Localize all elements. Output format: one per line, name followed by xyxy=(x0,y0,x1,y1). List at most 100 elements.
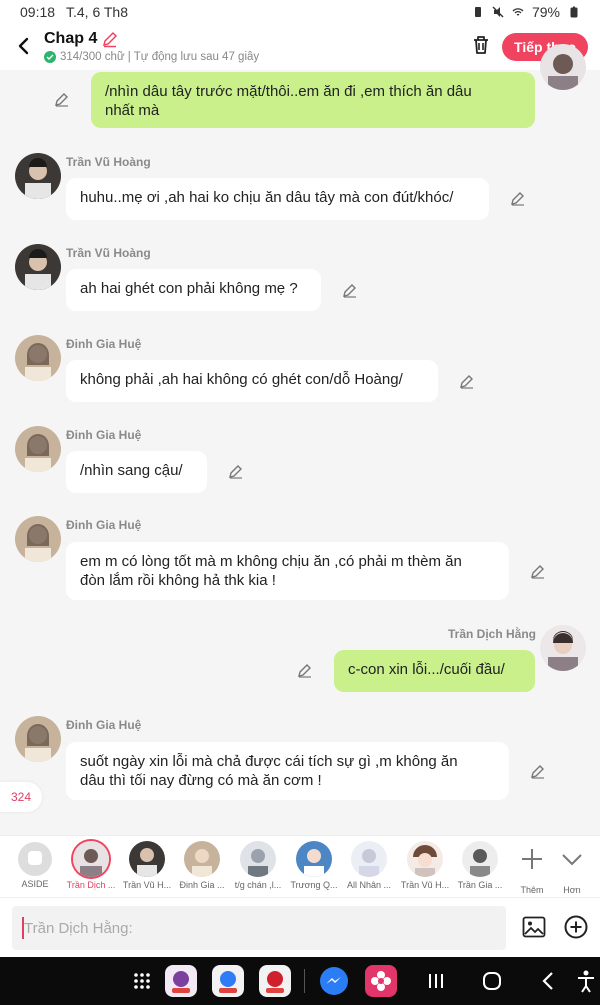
character-name: Trần Vũ H... xyxy=(400,880,450,890)
message-bubble[interactable]: huhu..mẹ ơi ,ah hai ko chịu ăn dâu tây m… xyxy=(66,178,489,220)
edit-pencil-icon[interactable] xyxy=(297,662,313,678)
character-item[interactable]: t/g chán ,l... xyxy=(231,841,285,890)
chapter-title[interactable]: Chap 4 xyxy=(44,30,119,48)
status-bar: 09:18 T.4, 6 Th8 79% xyxy=(0,0,600,26)
image-icon[interactable] xyxy=(522,916,546,938)
edit-pencil-icon[interactable] xyxy=(530,563,546,579)
sender-name: Đinh Gia Huệ xyxy=(66,428,142,442)
character-item[interactable]: Đinh Gia ... xyxy=(175,841,229,890)
edit-title-icon[interactable] xyxy=(101,30,119,48)
character-name: All Nhân ... xyxy=(346,880,392,890)
input-bar xyxy=(0,897,600,957)
character-name: Trần Gia ... xyxy=(457,880,503,890)
battery-saver-icon xyxy=(474,7,481,17)
avatar[interactable] xyxy=(540,625,586,671)
word-count-status: 314/300 chữ | Tự động lưu sau 47 giây xyxy=(44,51,259,63)
message-bubble[interactable]: /nhìn dâu tây trước mặt/thôi..em ăn đi ,… xyxy=(91,72,535,128)
sender-name: Đinh Gia Huệ xyxy=(66,337,142,351)
character-item[interactable]: Trần Gia ... xyxy=(453,841,507,890)
message-input[interactable] xyxy=(12,906,506,950)
character-avatar xyxy=(296,841,332,877)
add-circle-icon[interactable] xyxy=(563,914,589,940)
message-bubble[interactable]: ah hai ghét con phải không mẹ ? xyxy=(66,269,321,311)
message-line: em m có lòng tốt mà m không chịu ăn ,có … xyxy=(80,553,462,570)
avatar[interactable] xyxy=(15,426,61,472)
home-icon[interactable] xyxy=(476,965,508,997)
sender-name: Đinh Gia Huệ xyxy=(66,518,142,532)
message-bubble[interactable]: suốt ngày xin lỗi mà chả được cái tích s… xyxy=(66,742,509,800)
avatar[interactable] xyxy=(15,516,61,562)
character-name: Trần Vũ H... xyxy=(122,880,172,890)
edit-pencil-icon[interactable] xyxy=(510,190,526,206)
avatar[interactable] xyxy=(15,244,61,290)
battery-icon xyxy=(570,6,578,18)
character-avatar xyxy=(462,841,498,877)
character-aside[interactable]: ASIDE xyxy=(8,841,62,889)
message-line: c-con xin lỗi.../cuối đầu/ xyxy=(348,661,505,678)
messenger-icon[interactable] xyxy=(318,965,350,997)
recent-apps-icon[interactable] xyxy=(420,965,452,997)
edit-pencil-icon[interactable] xyxy=(228,463,244,479)
edit-pencil-icon[interactable] xyxy=(54,91,70,107)
character-item[interactable]: All Nhân ... xyxy=(342,841,396,890)
back-arrow-icon[interactable] xyxy=(12,34,36,58)
message-line: ah hai ghét con phải không mẹ ? xyxy=(80,280,298,297)
avatar[interactable] xyxy=(540,44,586,90)
character-name: ASIDE xyxy=(21,879,49,889)
pinterest-shortcut-icon[interactable] xyxy=(259,965,291,997)
chevron-down-icon xyxy=(562,854,582,866)
message-bubble[interactable]: /nhìn sang cậu/ xyxy=(66,451,207,493)
battery-percent: 79% xyxy=(531,4,560,20)
app-shortcut-icon[interactable] xyxy=(165,965,197,997)
trash-icon[interactable] xyxy=(470,34,492,56)
message-counter[interactable]: 324 xyxy=(0,782,42,812)
character-item[interactable]: Trần Vũ H... xyxy=(398,841,452,890)
nav-divider xyxy=(304,969,305,993)
character-avatar xyxy=(407,841,443,877)
wifi-icon xyxy=(512,8,524,16)
character-item[interactable]: Trần Dịch ... xyxy=(64,841,118,890)
character-name: Đinh Gia ... xyxy=(179,880,225,890)
apps-grid-icon[interactable] xyxy=(126,965,158,997)
message-line: dâu thì tối nay đừng có mà ăn cơm ! xyxy=(80,772,322,789)
character-name: t/g chán ,l... xyxy=(234,880,282,890)
edit-pencil-icon[interactable] xyxy=(342,282,358,298)
character-avatar xyxy=(240,841,276,877)
message-line: /nhìn dâu tây trước mặt/thôi..em ăn đi ,… xyxy=(105,83,472,100)
avatar[interactable] xyxy=(15,716,61,762)
character-avatar xyxy=(129,841,165,877)
chapter-title-text: Chap 4 xyxy=(44,30,98,47)
avatar[interactable] xyxy=(15,335,61,381)
edit-pencil-icon[interactable] xyxy=(459,373,475,389)
messenger-shortcut-icon[interactable] xyxy=(212,965,244,997)
message-bubble[interactable]: c-con xin lỗi.../cuối đầu/ xyxy=(334,650,535,692)
message-line: huhu..mẹ ơi ,ah hai ko chịu ăn dâu tây m… xyxy=(80,189,454,206)
edit-pencil-icon[interactable] xyxy=(530,763,546,779)
flower-app-icon[interactable] xyxy=(365,965,397,997)
character-item[interactable]: Trần Vũ H... xyxy=(120,841,174,890)
message-line: đòn lắm rồi không hả thk kia ! xyxy=(80,572,276,589)
character-avatar xyxy=(73,841,109,877)
back-nav-icon[interactable] xyxy=(533,965,565,997)
accessibility-icon[interactable] xyxy=(572,965,600,997)
sender-name: Đinh Gia Huệ xyxy=(66,718,142,732)
message-line: suốt ngày xin lỗi mà chả được cái tích s… xyxy=(80,753,458,770)
character-name: Trần Dịch ... xyxy=(66,880,116,890)
saved-check-icon xyxy=(44,51,56,63)
status-icons: 79% xyxy=(472,4,580,20)
mute-icon xyxy=(492,6,504,18)
editor-header: Chap 4 314/300 chữ | Tự động lưu sau 47 … xyxy=(0,26,600,70)
word-count-text: 314/300 chữ | Tự động lưu sau 47 giây xyxy=(60,51,260,63)
character-item[interactable]: Trương Q... xyxy=(287,841,341,890)
character-avatar xyxy=(184,841,220,877)
more-characters-button[interactable]: Hơn xyxy=(545,841,599,895)
text-caret xyxy=(22,917,24,939)
status-date: T.4, 6 Th8 xyxy=(66,4,129,20)
message-bubble[interactable]: không phải ,ah hai không có ghét con/dỗ … xyxy=(66,360,438,402)
message-bubble[interactable]: em m có lòng tốt mà m không chịu ăn ,có … xyxy=(66,542,509,600)
avatar[interactable] xyxy=(15,153,61,199)
sender-name: Trần Dịch Hằng xyxy=(448,627,537,641)
character-bar: ASIDE Trần Dịch ... Trần Vũ H... Đinh Gi… xyxy=(0,835,600,897)
message-line: không phải ,ah hai không có ghét con/dỗ … xyxy=(80,371,403,388)
more-label: Hơn xyxy=(563,885,581,895)
